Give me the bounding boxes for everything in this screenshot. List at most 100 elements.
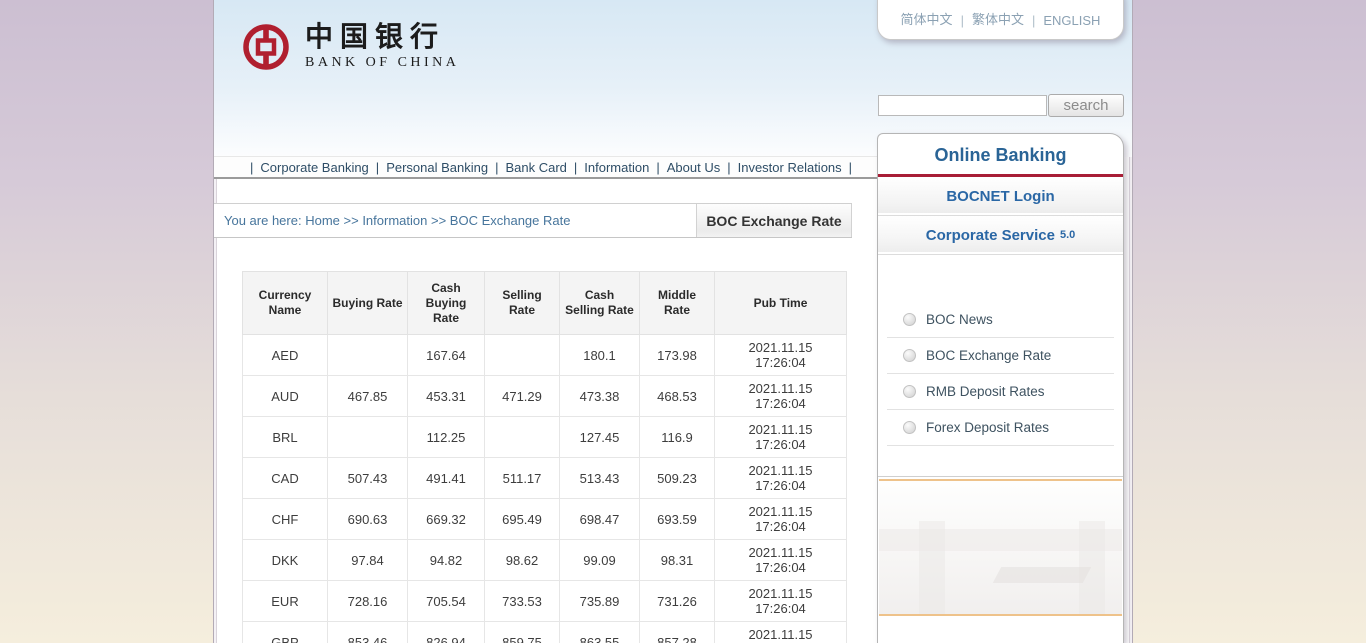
bocnet-login-button[interactable]: BOCNET Login [878,177,1123,216]
selling-rate-cell [485,335,560,376]
selling-rate-cell: 471.29 [485,376,560,417]
pub-time-line: 17:26:04 [717,355,844,370]
table-row: BRL112.25127.45116.92021.11.1517:26:04 [243,417,847,458]
pub-date-line: 2021.11.15 [717,340,844,355]
pub-time-cell: 2021.11.1517:26:04 [715,622,847,643]
nav-item-corporate-banking[interactable]: Corporate Banking [260,160,368,175]
sidebar-item-forex-deposit-rates[interactable]: Forex Deposit Rates [887,410,1114,446]
breadcrumb-link-home[interactable]: Home [305,213,340,228]
language-link[interactable]: ENGLISH [1043,13,1100,28]
currency-cell: DKK [243,540,328,581]
bullet-icon [903,421,916,434]
nav-separator: | [495,160,498,175]
middle-rate-cell: 731.26 [640,581,715,622]
nav-item-personal-banking[interactable]: Personal Banking [386,160,488,175]
column-header-buying-rate: Buying Rate [328,272,408,335]
bullet-icon [903,349,916,362]
column-header-cash-selling-rate: Cash Selling Rate [560,272,640,335]
selling-rate-cell: 511.17 [485,458,560,499]
banner-shape [919,521,945,614]
cash-buying-rate-cell: 453.31 [408,376,485,417]
sidebar-item-label: Forex Deposit Rates [926,420,1049,435]
sidebar-buttons: BOCNET Login Corporate Service5.0 [878,177,1123,255]
corporate-service-button[interactable]: Corporate Service5.0 [878,216,1123,255]
rate-table-head: Currency NameBuying RateCash Buying Rate… [243,272,847,335]
pub-date-line: 2021.11.15 [717,463,844,478]
buying-rate-cell: 507.43 [328,458,408,499]
cash-selling-rate-cell: 473.38 [560,376,640,417]
pub-time-line: 17:26:04 [717,519,844,534]
exchange-rate-table: Currency NameBuying RateCash Buying Rate… [242,271,847,643]
boc-logo[interactable]: 中国银行 BANK OF CHINA [242,22,459,71]
promo-banner-image[interactable] [879,479,1122,616]
pub-date-line: 2021.11.15 [717,504,844,519]
buying-rate-cell: 467.85 [328,376,408,417]
nav-item-information[interactable]: Information [584,160,649,175]
logo-chinese: 中国银行 [305,22,459,52]
nav-item-investor-relations[interactable]: Investor Relations [738,160,842,175]
column-header-cash-buying-rate: Cash Buying Rate [408,272,485,335]
sidebar-item-label: RMB Deposit Rates [926,384,1045,399]
tab-boc-exchange-rate[interactable]: BOC Exchange Rate [696,204,852,237]
breadcrumb-separator: >> [427,213,449,228]
cash-buying-rate-cell: 112.25 [408,417,485,458]
language-link[interactable]: 繁体中文 [972,9,1024,28]
currency-cell: BRL [243,417,328,458]
pub-time-line: 17:26:04 [717,396,844,411]
cash-buying-rate-cell: 705.54 [408,581,485,622]
sidebar-item-boc-news[interactable]: BOC News [887,302,1114,338]
cash-selling-rate-cell: 513.43 [560,458,640,499]
table-row: AUD467.85453.31471.29473.38468.532021.11… [243,376,847,417]
currency-cell: CHF [243,499,328,540]
nav-separator: | [849,160,852,175]
page: 中国银行 BANK OF CHINA | Corporate Banking | Pe… [0,0,1366,643]
selling-rate-cell: 733.53 [485,581,560,622]
language-link[interactable]: 简体中文 [901,9,953,28]
nav-item-bank-card[interactable]: Bank Card [505,160,566,175]
pub-date-line: 2021.11.15 [717,381,844,396]
pub-time-cell: 2021.11.1517:26:04 [715,499,847,540]
pub-time-cell: 2021.11.1517:26:04 [715,581,847,622]
sidebar-divider [878,476,1123,477]
button-label: BOCNET Login [946,188,1054,205]
column-header-currency-name: Currency Name [243,272,328,335]
sidebar-item-label: BOC Exchange Rate [926,348,1051,363]
nav-separator: | [376,160,379,175]
cash-selling-rate-cell: 698.47 [560,499,640,540]
sidebar-item-rmb-deposit-rates[interactable]: RMB Deposit Rates [887,374,1114,410]
currency-cell: CAD [243,458,328,499]
cash-selling-rate-cell: 127.45 [560,417,640,458]
pub-time-cell: 2021.11.1517:26:04 [715,335,847,376]
search-input[interactable] [878,95,1047,116]
breadcrumb: You are here: Home >> Information >> BOC… [224,204,570,237]
sidebar-item-boc-exchange-rate[interactable]: BOC Exchange Rate [887,338,1114,374]
currency-cell: AUD [243,376,328,417]
buying-rate-cell: 690.63 [328,499,408,540]
pub-time-line: 17:26:04 [717,601,844,616]
buying-rate-cell [328,417,408,458]
selling-rate-cell: 859.75 [485,622,560,643]
language-switcher: 简体中文|繁体中文|ENGLISH [877,0,1124,40]
middle-rate-cell: 693.59 [640,499,715,540]
search-button[interactable]: search [1048,94,1124,117]
selling-rate-cell: 98.62 [485,540,560,581]
selling-rate-cell [485,417,560,458]
table-row: EUR728.16705.54733.53735.89731.262021.11… [243,581,847,622]
currency-cell: EUR [243,581,328,622]
selling-rate-cell: 695.49 [485,499,560,540]
nav-separator: | [656,160,659,175]
middle-rate-cell: 173.98 [640,335,715,376]
pub-date-line: 2021.11.15 [717,545,844,560]
button-label: Corporate Service [926,227,1055,244]
cash-buying-rate-cell: 669.32 [408,499,485,540]
breadcrumb-link-information[interactable]: Information [362,213,427,228]
cash-buying-rate-cell: 94.82 [408,540,485,581]
nav-separator: | [250,160,253,175]
nav-item-about-us[interactable]: About Us [667,160,720,175]
cash-selling-rate-cell: 99.09 [560,540,640,581]
bullet-icon [903,385,916,398]
buying-rate-cell [328,335,408,376]
breadcrumb-separator: >> [340,213,362,228]
middle-rate-cell: 98.31 [640,540,715,581]
cash-selling-rate-cell: 735.89 [560,581,640,622]
